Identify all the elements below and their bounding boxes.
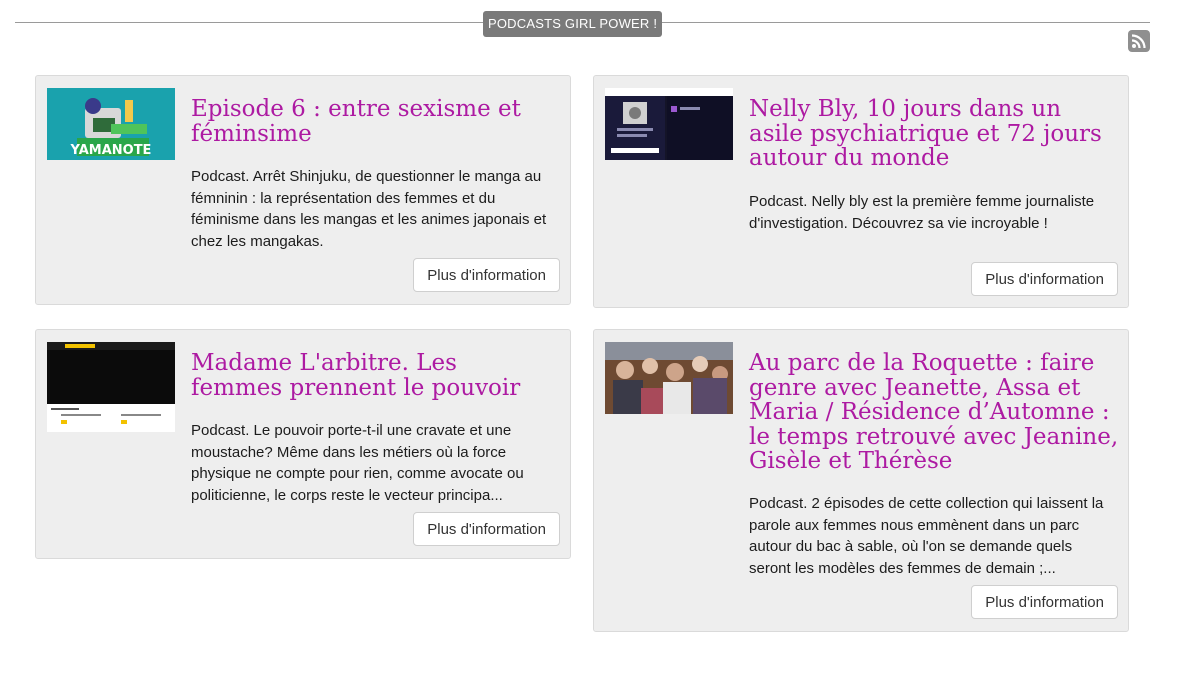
podcast-description: Podcast. 2 épisodes de cette collection … xyxy=(749,495,1104,577)
podcast-card: Au parc de la Roquette : faire genre ave… xyxy=(593,329,1129,632)
podcast-title[interactable]: Madame L'arbitre. Les femmes prennent le… xyxy=(191,351,551,400)
podcast-description: Podcast. Le pouvoir porte-t-il une crava… xyxy=(191,422,524,504)
more-info-button[interactable]: Plus d'information xyxy=(971,262,1118,296)
podcast-title[interactable]: Episode 6 : entre sexisme et féminsime xyxy=(191,97,551,146)
podcast-card: Madame L'arbitre. Les femmes prennent le… xyxy=(35,329,571,559)
podcast-thumbnail[interactable] xyxy=(605,342,733,414)
more-info-button[interactable]: Plus d'information xyxy=(413,512,560,546)
podcast-description: Podcast. Nelly bly est la première femme… xyxy=(749,193,1095,232)
podcast-card: Nelly Bly, 10 jours dans un asile psychi… xyxy=(593,75,1129,308)
podcast-thumbnail[interactable]: YAMANOTE xyxy=(47,88,175,160)
podcast-title[interactable]: Nelly Bly, 10 jours dans un asile psychi… xyxy=(749,97,1119,171)
rss-feed-icon[interactable] xyxy=(1128,30,1150,52)
podcast-thumbnail[interactable] xyxy=(605,88,733,160)
podcast-thumbnail[interactable] xyxy=(47,342,175,432)
section-title: PODCASTS GIRL POWER ! xyxy=(483,11,663,37)
more-info-button[interactable]: Plus d'information xyxy=(413,258,560,292)
more-info-button[interactable]: Plus d'information xyxy=(971,585,1118,619)
podcast-card: YAMANOTE Episode 6 : entre sexisme et fé… xyxy=(35,75,571,305)
podcast-description: Podcast. Arrêt Shinjuku, de questionner … xyxy=(191,168,547,250)
thumbnail-caption: YAMANOTE xyxy=(70,143,152,158)
podcast-title[interactable]: Au parc de la Roquette : faire genre ave… xyxy=(749,351,1121,474)
